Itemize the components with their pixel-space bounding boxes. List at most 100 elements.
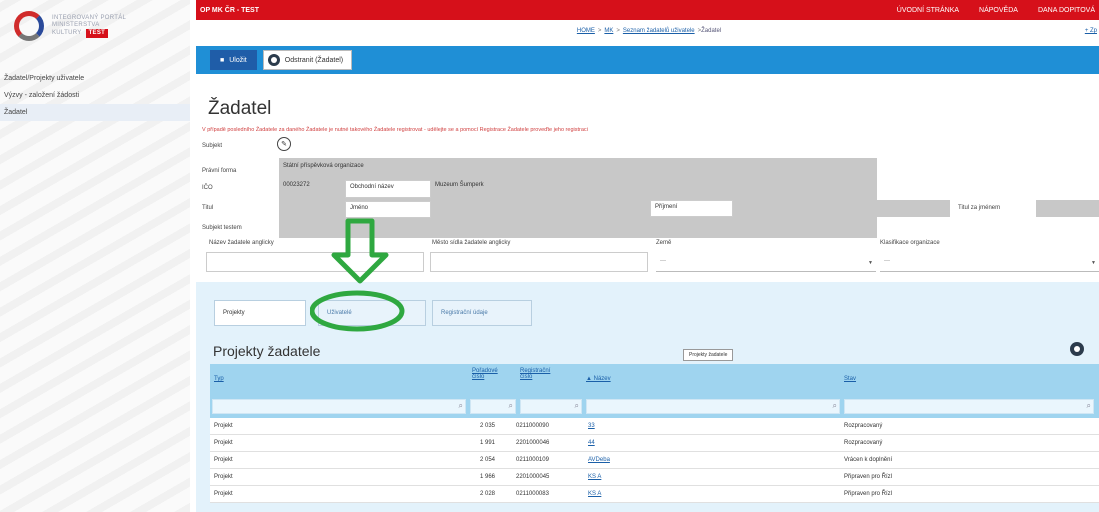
cell-typ: Projekt bbox=[214, 440, 233, 446]
breadcrumb-current: Žadatel bbox=[701, 28, 722, 34]
link-uvodni-stranka[interactable]: ÚVODNÍ STRÁNKA bbox=[897, 7, 959, 14]
table-row[interactable]: Projekt 1 966 2201000045 KS A Připraven … bbox=[210, 469, 1099, 486]
filter-registracni-input[interactable] bbox=[520, 399, 582, 414]
tooltip: Projekty žadatele bbox=[683, 349, 734, 361]
cell-poradove: 2 054 bbox=[480, 457, 496, 463]
chevron-down-icon: ▼ bbox=[868, 260, 873, 266]
save-label: Uložit bbox=[229, 56, 247, 64]
subject-gray-block bbox=[279, 158, 877, 238]
app-title: OP MK ČR - TEST bbox=[200, 6, 259, 14]
header-nazev[interactable]: ▲ Název bbox=[586, 376, 611, 382]
filter-poradove-input[interactable] bbox=[470, 399, 516, 414]
table-row[interactable]: Projekt 2 028 0211000083 KS A Připraven … bbox=[210, 486, 1099, 503]
portal-logo[interactable]: INTEGROVANÝ PORTÁL MINISTERSTVA KULTURY T… bbox=[14, 8, 174, 44]
cell-stav: Připraven pro Řízl bbox=[844, 474, 893, 480]
filter-nazev-input[interactable] bbox=[586, 399, 840, 414]
cell-nazev-link[interactable]: 33 bbox=[588, 423, 595, 429]
link-napoveda[interactable]: NÁPOVĚDA bbox=[979, 7, 1018, 14]
tab-uzivatele[interactable]: Uživatelé bbox=[318, 300, 426, 326]
cell-poradove: 1 966 bbox=[480, 474, 496, 480]
ico-label: IČO bbox=[202, 185, 213, 191]
pravni-forma-label: Právní forma bbox=[202, 168, 237, 174]
obchodni-nazev-label: Obchodní název bbox=[345, 180, 431, 198]
save-icon: ■ bbox=[220, 56, 225, 64]
remove-zadatel-button[interactable]: Odstranit (Žadatel) bbox=[262, 50, 353, 70]
header-stav[interactable]: Stav bbox=[844, 376, 856, 382]
ico-value: 00023272 bbox=[283, 182, 310, 188]
pravni-forma-value: Státní příspěvková organizace bbox=[283, 163, 364, 169]
tab-registracni-udaje[interactable]: Registrační údaje bbox=[432, 300, 532, 326]
remove-icon bbox=[267, 54, 280, 66]
cell-typ: Projekt bbox=[214, 457, 233, 463]
nazev-anglicky-input[interactable] bbox=[206, 252, 424, 272]
cell-nazev-link[interactable]: KS A bbox=[588, 491, 601, 497]
zeme-value: — bbox=[660, 258, 666, 264]
cell-stav: Rozpracovaný bbox=[844, 423, 883, 429]
logo-mark-icon bbox=[14, 11, 44, 41]
sidebar-item-zadatel[interactable]: Žadatel bbox=[0, 104, 190, 121]
action-toolbar: ■ Uložit Odstranit (Žadatel) bbox=[196, 46, 1099, 74]
logo-line-1: INTEGROVANÝ PORTÁL bbox=[52, 14, 127, 21]
table-row[interactable]: Projekt 1 991 2201000046 44 Rozpracovaný bbox=[210, 435, 1099, 452]
breadcrumb-seznam[interactable]: Seznam žadatelů uživatele bbox=[623, 28, 695, 34]
sidebar-item-vyzvy[interactable]: Výzvy - založení žádosti bbox=[0, 87, 190, 104]
titul-label: Titul bbox=[202, 205, 214, 211]
jmeno-label: Jméno bbox=[345, 201, 431, 218]
section-title: Projekty žadatele bbox=[213, 343, 321, 359]
logo-line-2: MINISTERSTVA bbox=[52, 21, 100, 28]
mesto-anglicky-input[interactable] bbox=[430, 252, 648, 272]
page-title: Žadatel bbox=[208, 98, 272, 119]
cell-poradove: 2 035 bbox=[480, 423, 496, 429]
breadcrumb-home[interactable]: HOME bbox=[577, 28, 595, 34]
zeme-select[interactable]: — ▼ bbox=[656, 254, 876, 272]
mesto-anglicky-label: Město sídla žadatele anglicky bbox=[432, 240, 511, 246]
settings-gear-icon[interactable] bbox=[1070, 342, 1084, 356]
header-registracni-cislo[interactable]: Registrační číslo bbox=[520, 368, 560, 380]
table-header: Typ Pořadové číslo Registrační číslo ▲ N… bbox=[210, 364, 1099, 396]
cell-nazev-link[interactable]: KS A bbox=[588, 474, 601, 480]
cell-nazev-link[interactable]: 44 bbox=[588, 440, 595, 446]
sidebar-item-projekty-uzivatele[interactable]: Žadatel/Projekty uživatele bbox=[0, 70, 190, 87]
subjekt-testem-label: Subjekt testem bbox=[202, 225, 242, 231]
tab-projekty[interactable]: Projekty bbox=[214, 300, 306, 326]
cell-stav: Rozpracovaný bbox=[844, 440, 883, 446]
titul-za-label: Titul za jménem bbox=[958, 205, 1001, 211]
edit-subjekt-icon[interactable]: ✎ bbox=[277, 137, 291, 151]
sidebar: Žadatel/Projekty uživatele Výzvy - založ… bbox=[0, 70, 190, 121]
cell-typ: Projekt bbox=[214, 423, 233, 429]
breadcrumb-right-link[interactable]: + Zp bbox=[1085, 28, 1097, 34]
cell-poradove: 2 028 bbox=[480, 491, 496, 497]
table-row[interactable]: Projekt 2 054 0211000109 AVDeba Vrácen k… bbox=[210, 452, 1099, 469]
link-user-name[interactable]: DANA DOPITOVÁ bbox=[1038, 7, 1095, 14]
obchodni-nazev-value: Muzeum Šumperk bbox=[435, 182, 484, 188]
cell-registracni: 0211000083 bbox=[516, 491, 549, 497]
filter-stav-input[interactable] bbox=[844, 399, 1094, 414]
gray-field-far-right bbox=[1036, 200, 1099, 217]
cell-stav: Připraven pro Řízl bbox=[844, 491, 893, 497]
cell-stav: Vrácen k doplnění bbox=[844, 457, 893, 463]
projects-table: Typ Pořadové číslo Registrační číslo ▲ N… bbox=[210, 364, 1099, 503]
test-badge: TEST bbox=[85, 28, 109, 38]
breadcrumb: HOME > MK > Seznam žadatelů uživatele > Žad… bbox=[576, 28, 1097, 34]
cell-registracni: 2201000045 bbox=[516, 474, 550, 480]
klasifikace-label: Klasifikace organizace bbox=[880, 240, 940, 246]
nazev-anglicky-label: Název žadatele anglicky bbox=[209, 240, 274, 246]
zeme-label: Země bbox=[656, 240, 672, 246]
cell-typ: Projekt bbox=[214, 474, 233, 480]
cell-nazev-link[interactable]: AVDeba bbox=[588, 457, 610, 463]
warning-text: V případě posledního Žadatele za daného … bbox=[202, 127, 588, 133]
table-row[interactable]: Projekt 2 035 0211000090 33 Rozpracovaný bbox=[210, 418, 1099, 435]
gray-field-right bbox=[877, 200, 950, 217]
cell-registracni: 2201000046 bbox=[516, 440, 550, 446]
chevron-down-icon: ▼ bbox=[1091, 260, 1096, 266]
header-typ[interactable]: Typ bbox=[214, 376, 224, 382]
breadcrumb-mk[interactable]: MK bbox=[604, 28, 613, 34]
prijmeni-label: Příjmení bbox=[650, 200, 733, 217]
save-button[interactable]: ■ Uložit bbox=[210, 50, 257, 70]
cell-registracni: 0211000090 bbox=[516, 423, 549, 429]
klasifikace-select[interactable]: — ▼ bbox=[880, 254, 1099, 272]
filter-row bbox=[210, 396, 1099, 418]
header-poradove-cislo[interactable]: Pořadové číslo bbox=[472, 368, 508, 380]
filter-typ-input[interactable] bbox=[212, 399, 466, 414]
top-bar: OP MK ČR - TEST ÚVODNÍ STRÁNKA NÁPOVĚDA … bbox=[196, 0, 1099, 20]
